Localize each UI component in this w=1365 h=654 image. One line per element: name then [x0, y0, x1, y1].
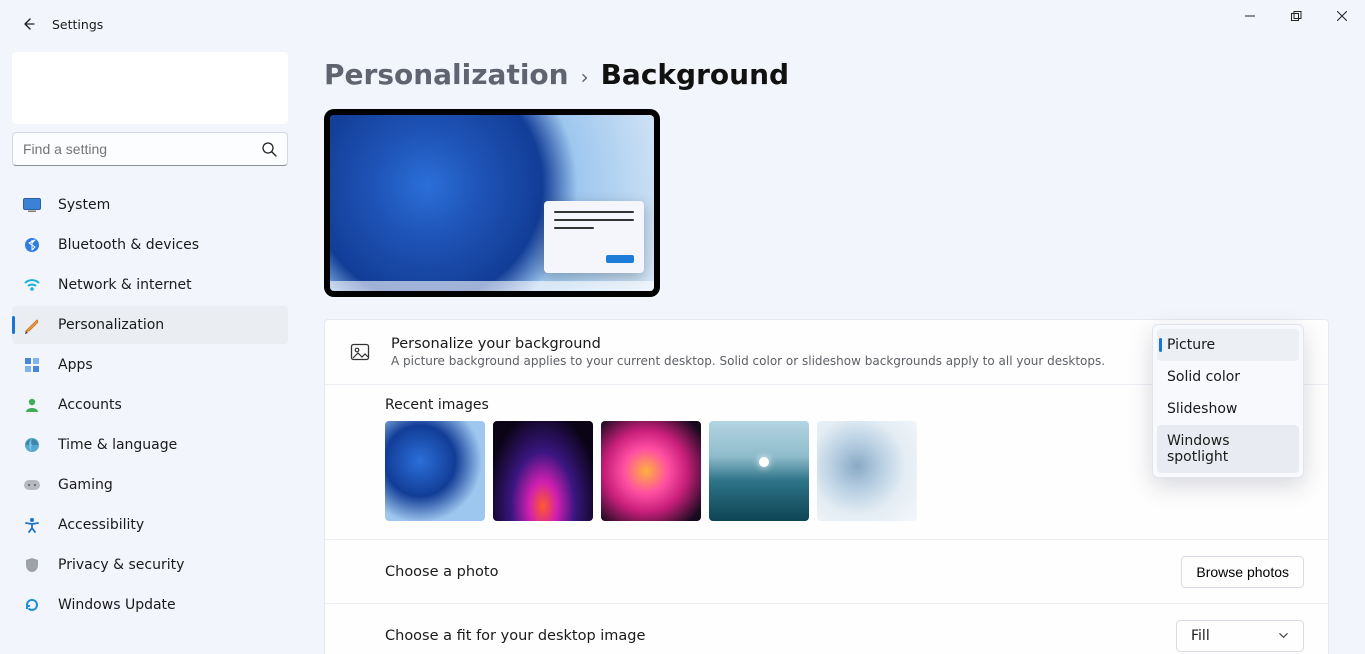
nav-label: Time & language	[58, 437, 177, 453]
titlebar: Settings	[0, 0, 1365, 48]
background-type-dropdown: Picture Solid color Slideshow Windows sp…	[1152, 324, 1304, 478]
nav-label: System	[58, 197, 110, 213]
dropdown-option-solid-color[interactable]: Solid color	[1157, 361, 1299, 393]
accounts-icon	[22, 395, 42, 415]
nav-label: Windows Update	[58, 597, 176, 613]
time-icon	[22, 435, 42, 455]
search-input[interactable]	[23, 141, 261, 157]
dropdown-option-slideshow[interactable]: Slideshow	[1157, 393, 1299, 425]
minimize-button[interactable]	[1227, 0, 1273, 32]
system-icon	[22, 195, 42, 215]
nav-label: Accounts	[58, 397, 122, 413]
recent-image-2[interactable]	[493, 421, 593, 521]
breadcrumb-parent[interactable]: Personalization	[324, 58, 569, 91]
preview-taskbar	[330, 281, 654, 291]
recent-image-1[interactable]	[385, 421, 485, 521]
nav-item-apps[interactable]: Apps	[12, 346, 288, 384]
nav-item-system[interactable]: System	[12, 186, 288, 224]
accessibility-icon	[22, 515, 42, 535]
choose-photo-label: Choose a photo	[385, 564, 498, 580]
nav-item-network[interactable]: Network & internet	[12, 266, 288, 304]
breadcrumb-current: Background	[601, 58, 789, 91]
fit-value: Fill	[1191, 628, 1210, 644]
search-box[interactable]	[12, 132, 288, 166]
main-content: Personalization › Background Personalize…	[300, 48, 1365, 654]
recent-image-4[interactable]	[709, 421, 809, 521]
nav-label: Network & internet	[58, 277, 192, 293]
close-icon	[1337, 11, 1347, 21]
nav-item-gaming[interactable]: Gaming	[12, 466, 288, 504]
nav-item-accessibility[interactable]: Accessibility	[12, 506, 288, 544]
nav-label: Privacy & security	[58, 557, 184, 573]
window-controls	[1227, 0, 1365, 32]
fit-select[interactable]: Fill	[1176, 620, 1304, 652]
recent-image-5[interactable]	[817, 421, 917, 521]
image-icon	[349, 341, 371, 363]
dropdown-option-picture[interactable]: Picture	[1157, 329, 1299, 361]
recent-image-3[interactable]	[601, 421, 701, 521]
window-title: Settings	[52, 17, 103, 32]
nav-label: Personalization	[58, 317, 164, 333]
dropdown-option-windows-spotlight[interactable]: Windows spotlight	[1157, 425, 1299, 473]
maximize-icon	[1291, 11, 1302, 22]
search-icon	[261, 141, 277, 157]
user-block[interactable]	[12, 52, 288, 124]
network-icon	[22, 275, 42, 295]
back-button[interactable]	[8, 4, 48, 44]
nav-label: Bluetooth & devices	[58, 237, 199, 253]
nav-item-bluetooth[interactable]: Bluetooth & devices	[12, 226, 288, 264]
nav-item-privacy[interactable]: Privacy & security	[12, 546, 288, 584]
preview-sample-window	[544, 201, 644, 273]
apps-icon	[22, 355, 42, 375]
chevron-right-icon: ›	[581, 65, 589, 89]
arrow-left-icon	[20, 16, 36, 32]
personalize-title: Personalize your background	[391, 336, 1105, 352]
nav-label: Accessibility	[58, 517, 144, 533]
update-icon	[22, 595, 42, 615]
bluetooth-icon	[22, 235, 42, 255]
nav-item-time[interactable]: Time & language	[12, 426, 288, 464]
choose-fit-label: Choose a fit for your desktop image	[385, 628, 645, 644]
personalization-icon	[22, 315, 42, 335]
nav-label: Apps	[58, 357, 93, 373]
nav-item-update[interactable]: Windows Update	[12, 586, 288, 624]
browse-photos-button[interactable]: Browse photos	[1181, 556, 1304, 588]
background-preview	[324, 109, 660, 297]
privacy-icon	[22, 555, 42, 575]
close-button[interactable]	[1319, 0, 1365, 32]
nav: System Bluetooth & devices Network & int…	[12, 186, 288, 624]
preview-desktop	[330, 115, 654, 291]
nav-item-personalization[interactable]: Personalization	[12, 306, 288, 344]
background-card: Personalize your background A picture ba…	[324, 319, 1329, 654]
personalize-subtitle: A picture background applies to your cur…	[391, 354, 1105, 368]
choose-photo-row: Choose a photo Browse photos	[325, 539, 1328, 603]
chevron-down-icon	[1278, 630, 1289, 641]
nav-item-accounts[interactable]: Accounts	[12, 386, 288, 424]
sidebar: System Bluetooth & devices Network & int…	[0, 48, 300, 654]
maximize-button[interactable]	[1273, 0, 1319, 32]
nav-label: Gaming	[58, 477, 113, 493]
personalize-row[interactable]: Personalize your background A picture ba…	[325, 320, 1328, 384]
minimize-icon	[1245, 11, 1255, 21]
choose-fit-row: Choose a fit for your desktop image Fill	[325, 603, 1328, 654]
breadcrumb: Personalization › Background	[324, 58, 1329, 91]
gaming-icon	[22, 475, 42, 495]
